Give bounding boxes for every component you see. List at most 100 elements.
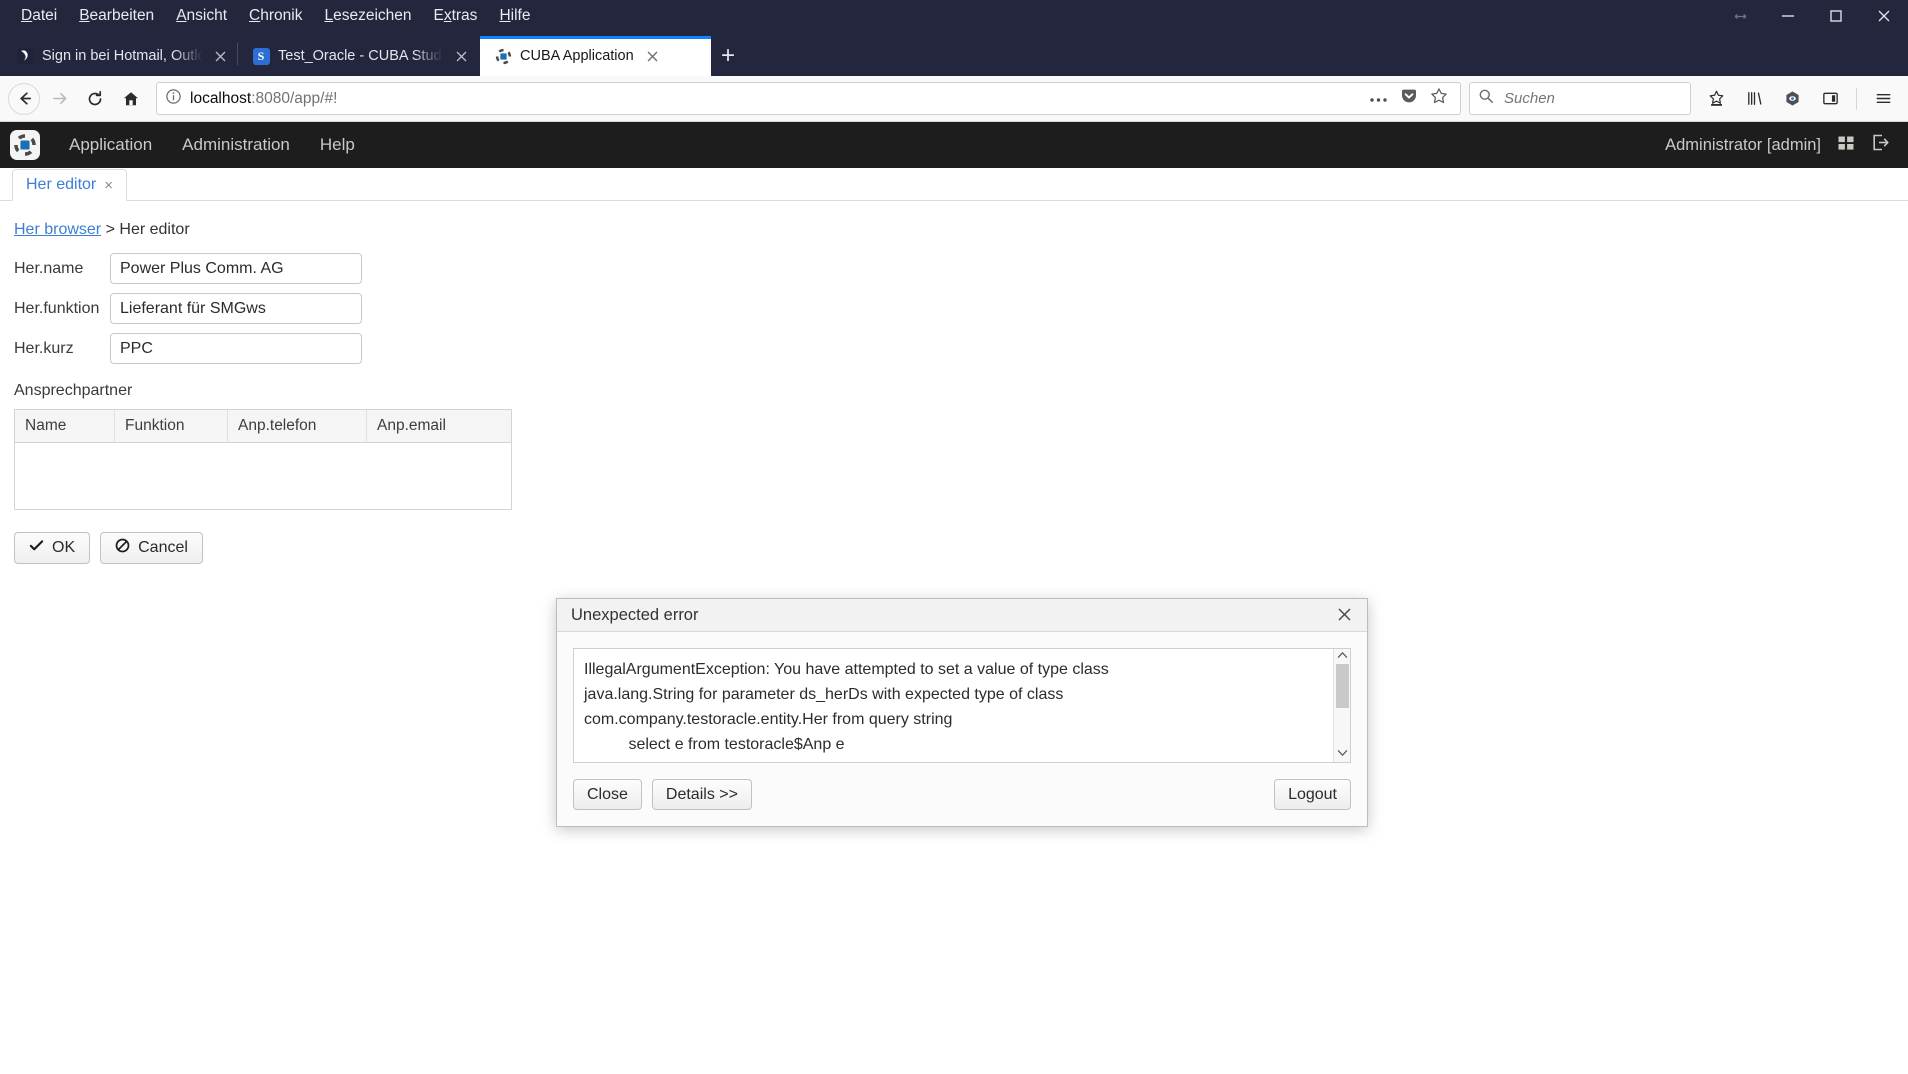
breadcrumb-current: Her editor xyxy=(119,221,190,238)
ansprechpartner-table[interactable]: Name Funktion Anp.telefon Anp.email xyxy=(14,409,512,510)
dialog-close-icon[interactable] xyxy=(1332,605,1357,626)
home-icon[interactable] xyxy=(114,82,148,116)
search-bar[interactable] xyxy=(1469,82,1707,115)
input-her-kurz[interactable] xyxy=(110,333,362,364)
dialog-body: IllegalArgumentException: You have attem… xyxy=(557,632,1367,763)
error-message-scrollbar[interactable] xyxy=(1333,649,1350,762)
app-menu-help[interactable]: Help xyxy=(305,129,370,161)
save-to-pocket-icon[interactable] xyxy=(1699,82,1733,116)
library-icon[interactable] xyxy=(1737,82,1771,116)
table-col-name[interactable]: Name xyxy=(15,410,115,442)
forward-arrow-icon[interactable] xyxy=(42,82,76,116)
browser-tab-1-close-icon[interactable] xyxy=(211,45,229,67)
menu-lesezeichen[interactable]: Lesezeichen xyxy=(313,4,422,28)
browser-tab-2[interactable]: S Test_Oracle - CUBA Studio xyxy=(238,36,480,76)
scrollbar-thumb[interactable] xyxy=(1335,664,1349,708)
input-her-name[interactable] xyxy=(110,253,362,284)
label-her-kurz: Her.kurz xyxy=(14,339,74,357)
maximize-icon[interactable] xyxy=(1812,0,1860,32)
cancel-button[interactable]: Cancel xyxy=(100,532,203,564)
scroll-down-icon[interactable] xyxy=(1337,749,1348,760)
tab-strip: Sign in bei Hotmail, Outlook Lo S Test_O… xyxy=(0,32,1908,76)
close-icon[interactable] xyxy=(1860,0,1908,32)
table-title-ansprechpartner: Ansprechpartner xyxy=(14,382,133,399)
browser-tab-1[interactable]: Sign in bei Hotmail, Outlook Lo xyxy=(2,36,237,76)
cuba-logo-icon[interactable] xyxy=(10,130,40,160)
cuba-app-icon xyxy=(494,47,512,65)
app-menu-administration[interactable]: Administration xyxy=(167,129,305,161)
browser-tab-3-close-icon[interactable] xyxy=(642,45,664,67)
table-header-row: Name Funktion Anp.telefon Anp.email xyxy=(15,409,511,443)
back-arrow-icon[interactable] xyxy=(8,82,40,115)
menu-lesezeichen-rest: esezeichen xyxy=(333,7,412,24)
menu-hilfe[interactable]: Hilfe xyxy=(488,4,541,28)
error-message-box[interactable]: IllegalArgumentException: You have attem… xyxy=(573,648,1351,763)
app-main-menu: Application Administration Help xyxy=(54,129,370,161)
url-text[interactable]: localhost:8080/app/#! xyxy=(190,90,1361,108)
page-info-icon[interactable] xyxy=(165,88,182,110)
logout-icon[interactable] xyxy=(1871,133,1890,157)
dialog-details-button[interactable]: Details >> xyxy=(651,779,752,810)
cuba-studio-icon: S xyxy=(252,47,270,65)
url-bar[interactable]: localhost:8080/app/#! xyxy=(156,82,1461,115)
browser-tab-1-title: Sign in bei Hotmail, Outlook Lo xyxy=(42,48,204,64)
ok-button[interactable]: OK xyxy=(14,532,91,564)
dialog-logout-button[interactable]: Logout xyxy=(1274,779,1351,810)
dialog-titlebar[interactable]: Unexpected error xyxy=(557,599,1367,632)
menu-ansicht-rest: nsicht xyxy=(186,7,228,24)
breadcrumb-link-her-browser[interactable]: Her browser xyxy=(14,221,101,238)
unexpected-error-dialog: Unexpected error IllegalArgumentExceptio… xyxy=(556,598,1368,827)
dialog-footer: Close Details >> Logout xyxy=(557,763,1367,826)
screen-tab-close-icon[interactable]: × xyxy=(104,178,113,193)
new-tab-button[interactable]: + xyxy=(711,36,745,76)
field-row-her-kurz: Her.kurz xyxy=(14,333,1908,364)
pocket-icon[interactable] xyxy=(1400,87,1418,110)
url-path: :8080/app/#! xyxy=(251,89,338,107)
ok-button-label: OK xyxy=(52,539,76,556)
ellipsis-icon[interactable] xyxy=(1369,90,1388,108)
menu-ansicht[interactable]: Ansicht xyxy=(165,4,238,28)
star-icon[interactable] xyxy=(1430,87,1448,110)
screen-tab-her-editor[interactable]: Her editor × xyxy=(12,169,128,201)
reload-icon[interactable] xyxy=(78,82,112,116)
label-her-funktion: Her.funktion xyxy=(14,299,100,317)
menu-extras[interactable]: Extras xyxy=(423,4,489,28)
toolbar-divider xyxy=(1856,87,1857,110)
browser-tab-3-title: CUBA Application xyxy=(520,48,634,64)
container-eye-icon[interactable] xyxy=(1775,82,1809,116)
browser-tab-3[interactable]: CUBA Application xyxy=(480,36,711,76)
cancel-button-label: Cancel xyxy=(138,539,188,556)
app-header-right: Administrator [admin] xyxy=(1665,133,1890,157)
browser-tools xyxy=(1699,82,1900,116)
app-menu-application[interactable]: Application xyxy=(54,129,167,161)
table-col-anp-email[interactable]: Anp.email xyxy=(367,410,511,442)
menu-extras-rest: tras xyxy=(451,7,478,24)
navigation-toolbar: localhost:8080/app/#! xyxy=(0,76,1908,122)
menu-chronik[interactable]: Chronik xyxy=(238,4,313,28)
grid-apps-icon[interactable] xyxy=(1837,134,1855,157)
table-col-funktion[interactable]: Funktion xyxy=(115,410,228,442)
scroll-up-icon[interactable] xyxy=(1337,651,1348,662)
screen-content: Her browser > Her editor Her.name Her.fu… xyxy=(0,201,1908,564)
menu-hilfe-rest: ilfe xyxy=(510,7,531,24)
dialog-close-button[interactable]: Close xyxy=(573,779,642,810)
ban-icon xyxy=(115,538,130,558)
menu-datei[interactable]: Datei xyxy=(10,4,68,28)
hamburger-menu-icon[interactable] xyxy=(1866,82,1900,116)
search-input[interactable] xyxy=(1502,89,1707,108)
scrollbar-track[interactable] xyxy=(1335,662,1349,749)
restore-down-icon[interactable] xyxy=(1716,0,1764,32)
search-icon xyxy=(1478,88,1494,109)
minimize-icon[interactable] xyxy=(1764,0,1812,32)
dialog-title: Unexpected error xyxy=(571,605,699,624)
browser-tab-2-close-icon[interactable] xyxy=(451,45,472,67)
menu-bearbeiten-rest: earbeiten xyxy=(89,7,155,24)
window-controls xyxy=(1716,0,1908,32)
breadcrumb-separator: > xyxy=(105,221,115,238)
form-action-buttons: OK Cancel xyxy=(14,532,1908,564)
label-her-name: Her.name xyxy=(14,259,84,277)
table-col-anp-telefon[interactable]: Anp.telefon xyxy=(228,410,367,442)
menu-bearbeiten[interactable]: Bearbeiten xyxy=(68,4,165,28)
input-her-funktion[interactable] xyxy=(110,293,362,324)
sidebar-icon[interactable] xyxy=(1813,82,1847,116)
